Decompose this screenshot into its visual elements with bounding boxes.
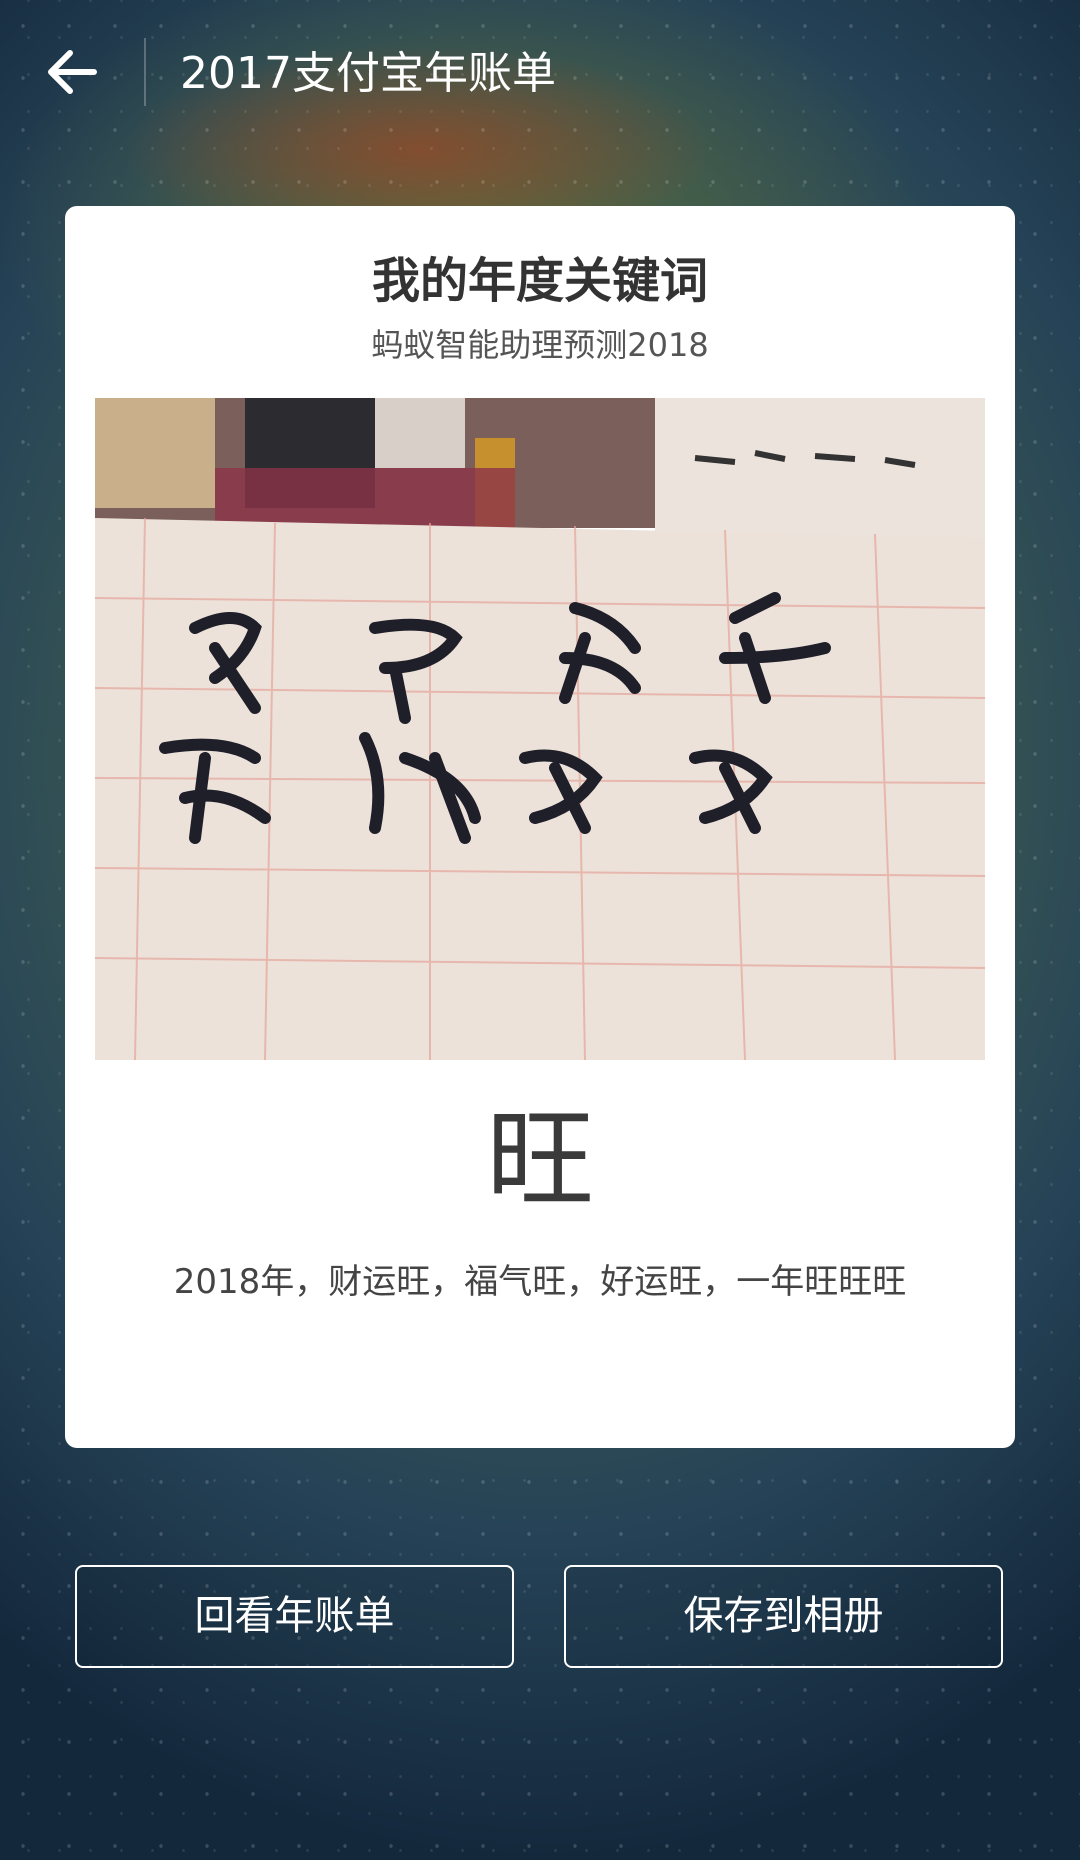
card-subtitle: 蚂蚁智能助理预测2018 (371, 326, 709, 364)
keyword-description: 2018年，财运旺，福气旺，好运旺，一年旺旺旺 (173, 1262, 907, 1302)
save-to-album-button[interactable]: 保存到相册 (564, 1565, 1003, 1668)
page-title: 2017支付宝年账单 (180, 48, 556, 99)
back-button[interactable] (42, 44, 102, 100)
arrow-left-icon (48, 50, 97, 94)
card-title: 我的年度关键词 (371, 253, 708, 309)
calligraphy-photo (95, 398, 985, 1060)
review-bill-button[interactable]: 回看年账单 (75, 1565, 514, 1668)
keyword-card: 我的年度关键词 蚂蚁智能助理预测2018 旺 2018年，财运旺，福气旺，好运旺… (65, 206, 1015, 1448)
header-divider (144, 38, 146, 106)
keyword: 旺 (485, 1098, 594, 1223)
top-bar: 2017支付宝年账单 (0, 0, 1080, 150)
